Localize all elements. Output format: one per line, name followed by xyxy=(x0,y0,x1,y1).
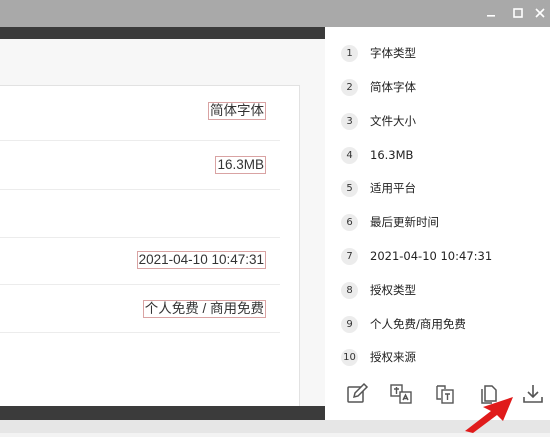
item-label: 文件大小 xyxy=(370,114,416,128)
item-number: 4 xyxy=(341,146,358,164)
translate-icon[interactable] xyxy=(389,382,413,406)
result-toolbar xyxy=(345,382,545,408)
edit-icon[interactable] xyxy=(345,382,369,406)
item-number: 10 xyxy=(341,348,358,366)
value-font-type: 简体字体 xyxy=(208,102,266,120)
row-divider xyxy=(0,140,280,141)
pointer-arrow-icon xyxy=(463,395,515,437)
item-number: 2 xyxy=(341,78,358,96)
row-divider xyxy=(0,332,280,333)
close-icon[interactable] xyxy=(533,6,547,20)
row-divider xyxy=(0,237,280,238)
value-file-size: 16.3MB xyxy=(215,156,266,174)
copy-text-icon[interactable] xyxy=(433,382,457,406)
item-label: 适用平台 xyxy=(370,181,416,195)
row-divider xyxy=(0,189,280,190)
item-number: 1 xyxy=(341,44,358,62)
list-item[interactable]: 3 文件大小 xyxy=(341,111,416,131)
item-label: 最后更新时间 xyxy=(370,215,439,229)
bottom-dark-bar xyxy=(0,406,325,420)
title-bar xyxy=(0,0,550,27)
value-update-time: 2021-04-10 10:47:31 xyxy=(136,251,266,269)
list-item[interactable]: 4 16.3MB xyxy=(341,145,413,165)
info-card: 简体字体 16.3MB 2021-04-10 10:47:31 个人免费 / 商… xyxy=(0,85,300,424)
list-item[interactable]: 2 简体字体 xyxy=(341,77,416,97)
row-divider xyxy=(0,284,280,285)
download-icon[interactable] xyxy=(521,382,545,406)
item-label: 字体类型 xyxy=(370,46,416,60)
item-number: 5 xyxy=(341,179,358,197)
item-number: 7 xyxy=(341,247,358,265)
list-item[interactable]: 7 2021-04-10 10:47:31 xyxy=(341,246,492,266)
list-item[interactable]: 6 最后更新时间 xyxy=(341,212,439,232)
list-item[interactable]: 10 授权来源 xyxy=(341,347,416,367)
list-item[interactable]: 1 字体类型 xyxy=(341,43,416,63)
item-label: 简体字体 xyxy=(370,80,416,94)
item-label: 授权来源 xyxy=(370,350,416,364)
list-item[interactable]: 9 个人免费/商用免费 xyxy=(341,314,466,334)
top-dark-bar xyxy=(0,27,325,39)
item-label: 个人免费/商用免费 xyxy=(370,317,466,331)
document-view: 简体字体 16.3MB 2021-04-10 10:47:31 个人免费 / 商… xyxy=(0,39,325,424)
item-label: 16.3MB xyxy=(370,148,414,162)
maximize-icon[interactable] xyxy=(511,6,525,20)
minimize-icon[interactable] xyxy=(484,6,498,20)
item-number: 9 xyxy=(341,315,358,333)
list-item[interactable]: 8 授权类型 xyxy=(341,280,416,300)
item-number: 6 xyxy=(341,213,358,231)
item-number: 8 xyxy=(341,281,358,299)
item-number: 3 xyxy=(341,112,358,130)
ocr-result-panel: 1 字体类型 2 简体字体 3 文件大小 4 16.3MB 5 适用平台 6 最后更新时间 … xyxy=(325,27,550,420)
item-label: 授权类型 xyxy=(370,283,416,297)
list-item[interactable]: 5 适用平台 xyxy=(341,178,416,198)
value-license-type: 个人免费 / 商用免费 xyxy=(142,300,266,318)
item-label: 2021-04-10 10:47:31 xyxy=(370,249,493,263)
